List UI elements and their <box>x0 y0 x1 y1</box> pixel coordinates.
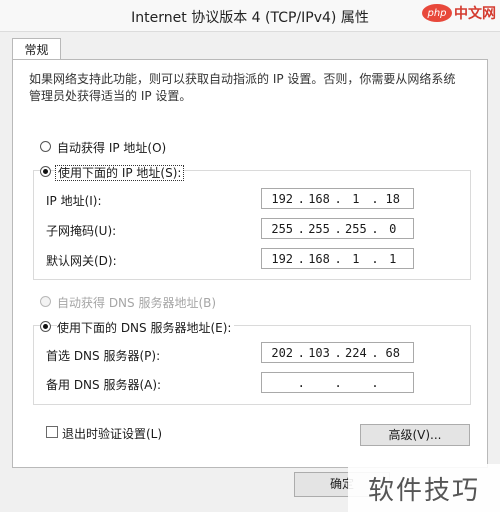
preferred-dns-seg-3[interactable]: 224 <box>343 346 369 360</box>
ip-dot: . <box>297 251 305 266</box>
alternate-dns-input[interactable]: . . . <box>261 372 414 393</box>
preferred-dns-seg-2[interactable]: 103 <box>306 346 332 360</box>
watermark-text: 中文网 <box>454 6 496 22</box>
ip-dot: . <box>334 375 342 390</box>
preferred-dns-input[interactable]: 202. 103. 224. 68 <box>261 342 414 363</box>
ip-dot: . <box>371 345 379 360</box>
ip-dot: . <box>297 375 305 390</box>
manual-dns-label[interactable]: 使用下面的 DNS 服务器地址(E): <box>57 319 235 336</box>
ip-address-label: IP 地址(I): <box>46 194 102 208</box>
manual-ip-label-text: 使用下面的 IP 地址(S): <box>55 165 185 181</box>
manual-dns-radio[interactable] <box>40 321 51 332</box>
auto-ip-label[interactable]: 自动获得 IP 地址(O) <box>57 139 166 156</box>
ip-address-seg-1[interactable]: 192 <box>269 192 295 206</box>
ip-dot: . <box>297 191 305 206</box>
ip-address-seg-2[interactable]: 168 <box>306 192 332 206</box>
ip-address-seg-3[interactable]: 1 <box>343 192 369 206</box>
tab-general[interactable]: 常规 <box>12 38 61 61</box>
validate-on-exit-label[interactable]: 退出时验证设置(L) <box>62 425 162 442</box>
validate-on-exit-checkbox[interactable] <box>46 426 58 438</box>
default-gateway-label: 默认网关(D): <box>46 254 117 268</box>
dns-group-box <box>33 325 471 405</box>
alternate-dns-label: 备用 DNS 服务器(A): <box>46 378 162 392</box>
title-bar: Internet 协议版本 4 (TCP/IPv4) 属性 php 中文网 <box>0 0 500 32</box>
default-gateway-seg-3[interactable]: 1 <box>343 252 369 266</box>
ip-dot: . <box>297 345 305 360</box>
ip-address-seg-4[interactable]: 18 <box>380 192 406 206</box>
subnet-mask-input[interactable]: 255. 255. 255. 0 <box>261 218 414 239</box>
default-gateway-seg-2[interactable]: 168 <box>306 252 332 266</box>
subnet-mask-seg-4[interactable]: 0 <box>380 222 406 236</box>
watermark-logo: php 中文网 <box>422 3 496 23</box>
subnet-mask-seg-1[interactable]: 255 <box>269 222 295 236</box>
ip-dot: . <box>334 191 342 206</box>
ip-dot: . <box>371 375 379 390</box>
ip-dot: . <box>334 345 342 360</box>
description-text: 如果网络支持此功能，则可以获取自动指派的 IP 设置。否则，你需要从网络系统管理… <box>29 72 456 103</box>
auto-dns-label[interactable]: 自动获得 DNS 服务器地址(B) <box>57 294 216 311</box>
subnet-mask-label: 子网掩码(U): <box>46 224 117 238</box>
default-gateway-seg-4[interactable]: 1 <box>380 252 406 266</box>
subnet-mask-seg-3[interactable]: 255 <box>343 222 369 236</box>
advanced-button[interactable]: 高级(V)... <box>360 424 470 446</box>
default-gateway-seg-1[interactable]: 192 <box>269 252 295 266</box>
ip-dot: . <box>297 221 305 236</box>
auto-ip-radio[interactable] <box>40 141 51 152</box>
ip-dot: . <box>334 221 342 236</box>
manual-ip-label[interactable]: 使用下面的 IP 地址(S): <box>55 164 185 181</box>
ip-dot: . <box>334 251 342 266</box>
ip-dot: . <box>371 221 379 236</box>
auto-dns-radio[interactable] <box>40 296 51 307</box>
default-gateway-input[interactable]: 192. 168. 1. 1 <box>261 248 414 269</box>
preferred-dns-seg-1[interactable]: 202 <box>269 346 295 360</box>
preferred-dns-seg-4[interactable]: 68 <box>380 346 406 360</box>
watermark-overlay: 软件技巧 <box>348 464 500 512</box>
ip-dot: . <box>371 191 379 206</box>
preferred-dns-label: 首选 DNS 服务器(P): <box>46 349 161 363</box>
ip-address-input[interactable]: 192. 168. 1. 18 <box>261 188 414 209</box>
php-logo-badge: php <box>422 4 452 22</box>
subnet-mask-seg-2[interactable]: 255 <box>306 222 332 236</box>
manual-ip-radio[interactable] <box>40 166 51 177</box>
ip-dot: . <box>371 251 379 266</box>
